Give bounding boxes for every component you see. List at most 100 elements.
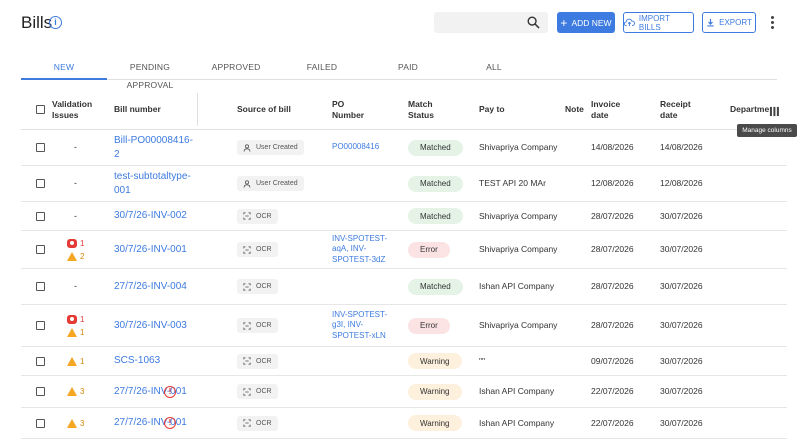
bill-number-link[interactable]: 30/7/26-INV-003: [114, 319, 187, 333]
po-number-link[interactable]: INV-SPOTEST-aqA, INV-SPOTEST-3dZ: [332, 234, 394, 266]
col-receipt-date[interactable]: Receipt date: [660, 89, 700, 130]
source-cell: User Created: [237, 130, 304, 165]
select-all-checkbox[interactable]: [36, 105, 45, 114]
source-label: User Created: [256, 144, 298, 151]
warning-icon: [67, 251, 77, 261]
source-cell: OCR: [237, 231, 278, 268]
bill-number-link[interactable]: SCS-1063: [114, 354, 160, 368]
bill-number-link[interactable]: 30/7/26-INV-001: [114, 243, 187, 257]
source-label: User Created: [256, 180, 298, 187]
validation-cell: -: [21, 202, 111, 230]
scan-icon: [243, 321, 251, 330]
validation-badges: 3: [21, 386, 84, 397]
col-invoice-date[interactable]: Invoice date: [591, 89, 631, 130]
match-status-cell: Matched: [408, 269, 463, 304]
col-po-number[interactable]: PO Number: [332, 89, 377, 130]
pay-to-cell: "": [479, 355, 486, 366]
warning-badge[interactable]: 3: [67, 418, 84, 429]
source-chip: OCR: [237, 415, 278, 431]
invoice-date-cell: 09/07/2026: [591, 355, 634, 366]
manage-columns-icon[interactable]: [769, 106, 780, 117]
error-badge[interactable]: 1: [67, 314, 84, 325]
source-label: OCR: [256, 283, 272, 290]
source-chip: OCR: [237, 279, 278, 294]
select-all-cell[interactable]: [36, 89, 45, 130]
col-note[interactable]: Note: [565, 89, 584, 130]
add-new-button[interactable]: + ADD NEW: [557, 12, 615, 33]
match-status-badge: Matched: [408, 175, 463, 192]
col-validation-issues[interactable]: Validation Issues: [52, 89, 102, 130]
table-header: Validation Issues Bill number Source of …: [21, 89, 787, 130]
match-status-badge: Warning: [408, 383, 462, 400]
search-box[interactable]: [434, 12, 548, 33]
col-bill-number[interactable]: Bill number: [114, 89, 161, 130]
receipt-date-cell: 30/07/2026: [660, 417, 703, 428]
tab-failed[interactable]: FAILED: [279, 58, 365, 80]
warning-badge[interactable]: 1: [67, 356, 84, 367]
alert-circle-icon[interactable]: !: [164, 417, 176, 429]
pay-to-cell: TEST API 20 MAr: [479, 178, 546, 188]
po-number-cell: [332, 408, 394, 438]
source-cell: OCR: [237, 376, 278, 407]
tab-all[interactable]: ALL: [451, 58, 537, 80]
bill-number-link[interactable]: 30/7/26-INV-002: [114, 209, 187, 223]
table-row[interactable]: - 27/7/26-INV-004 OCR Matched Ishan API Comp…: [21, 269, 787, 305]
table-row[interactable]: 3 27/7/26-INV-001! OCR Warning Ishan API Com…: [21, 376, 787, 408]
po-number-link[interactable]: PO00008416: [332, 142, 379, 153]
tab-paid[interactable]: PAID: [365, 58, 451, 80]
match-status-cell: Matched: [408, 202, 463, 230]
table-row[interactable]: 3 27/7/26-INV-001! OCR Warning Ishan API Com…: [21, 408, 787, 439]
search-icon[interactable]: [527, 16, 540, 29]
col-pay-to[interactable]: Pay to: [479, 89, 505, 130]
po-number-cell: [332, 166, 394, 201]
no-issues-dash: -: [74, 210, 77, 221]
col-source-of-bill[interactable]: Source of bill: [237, 89, 291, 130]
user-icon: [243, 179, 251, 188]
source-cell: OCR: [237, 347, 278, 375]
table-row[interactable]: 1 2 30/7/26-INV-001 OCR INV-SPOTEST-aqA, INV…: [21, 231, 787, 269]
match-status-cell: Matched: [408, 130, 463, 165]
validation-badges: 11: [21, 314, 84, 338]
warning-badge[interactable]: 3: [67, 386, 84, 397]
po-number-link[interactable]: INV-SPOTEST-g3I, INV-SPOTEST-xLN: [332, 310, 394, 342]
table-row[interactable]: - test-subtotaltype-001 User Created Matche…: [21, 166, 787, 202]
match-status-badge: Matched: [408, 208, 463, 224]
invoice-date-cell: 28/07/2026: [591, 244, 634, 254]
alert-circle-icon[interactable]: !: [164, 385, 176, 398]
tab-new[interactable]: NEW: [21, 58, 107, 80]
pay-to-cell: Shivapriya Company: [479, 142, 558, 152]
table-row[interactable]: - 30/7/26-INV-002 OCR Matched Shivapriya Com…: [21, 202, 787, 231]
receipt-date-cell: 30/07/2026: [660, 355, 703, 366]
warning-badge[interactable]: 1: [67, 327, 84, 338]
bill-number-cell: 30/7/26-INV-001: [114, 231, 194, 268]
bill-number-link[interactable]: 27/7/26-INV-004: [114, 280, 187, 294]
table-row[interactable]: 1 1 30/7/26-INV-003 OCR INV-SPOTEST-g3I, INV…: [21, 305, 787, 347]
warning-icon: [67, 327, 77, 337]
po-number-cell: [332, 347, 394, 375]
warning-badge[interactable]: 2: [67, 251, 84, 262]
bill-number-link[interactable]: test-subtotaltype-001: [114, 170, 194, 198]
info-icon[interactable]: i: [49, 16, 62, 29]
receipt-date-cell: 30/07/2026: [660, 244, 703, 254]
match-status-badge: Warning: [408, 415, 462, 431]
more-options-icon[interactable]: [769, 15, 775, 30]
source-label: OCR: [256, 388, 272, 395]
tab-pending-approval[interactable]: PENDING APPROVAL: [107, 58, 193, 90]
scan-icon: [243, 245, 251, 254]
source-chip: OCR: [237, 208, 278, 224]
import-bills-button[interactable]: IMPORT BILLS: [623, 12, 694, 33]
col-match-status[interactable]: Match Status: [408, 89, 448, 130]
source-chip: User Created: [237, 176, 304, 191]
validation-cell: 3: [21, 408, 111, 438]
no-issues-dash: -: [74, 142, 77, 152]
export-button[interactable]: EXPORT: [702, 12, 756, 33]
error-badge[interactable]: 1: [67, 238, 84, 249]
table-row[interactable]: 1 SCS-1063 OCR Warning "" 09/07/2026 30/07/202…: [21, 347, 787, 376]
po-number-cell: PO00008416: [332, 130, 394, 165]
bill-number-link[interactable]: Bill-PO00008416-2: [114, 134, 194, 162]
invoice-date-cell: 28/07/2026: [591, 281, 634, 291]
table-row[interactable]: - Bill-PO00008416-2 User Created PO00008416…: [21, 130, 787, 166]
tab-approved[interactable]: APPROVED: [193, 58, 279, 80]
scan-icon: [243, 419, 251, 427]
search-input[interactable]: [440, 14, 525, 31]
